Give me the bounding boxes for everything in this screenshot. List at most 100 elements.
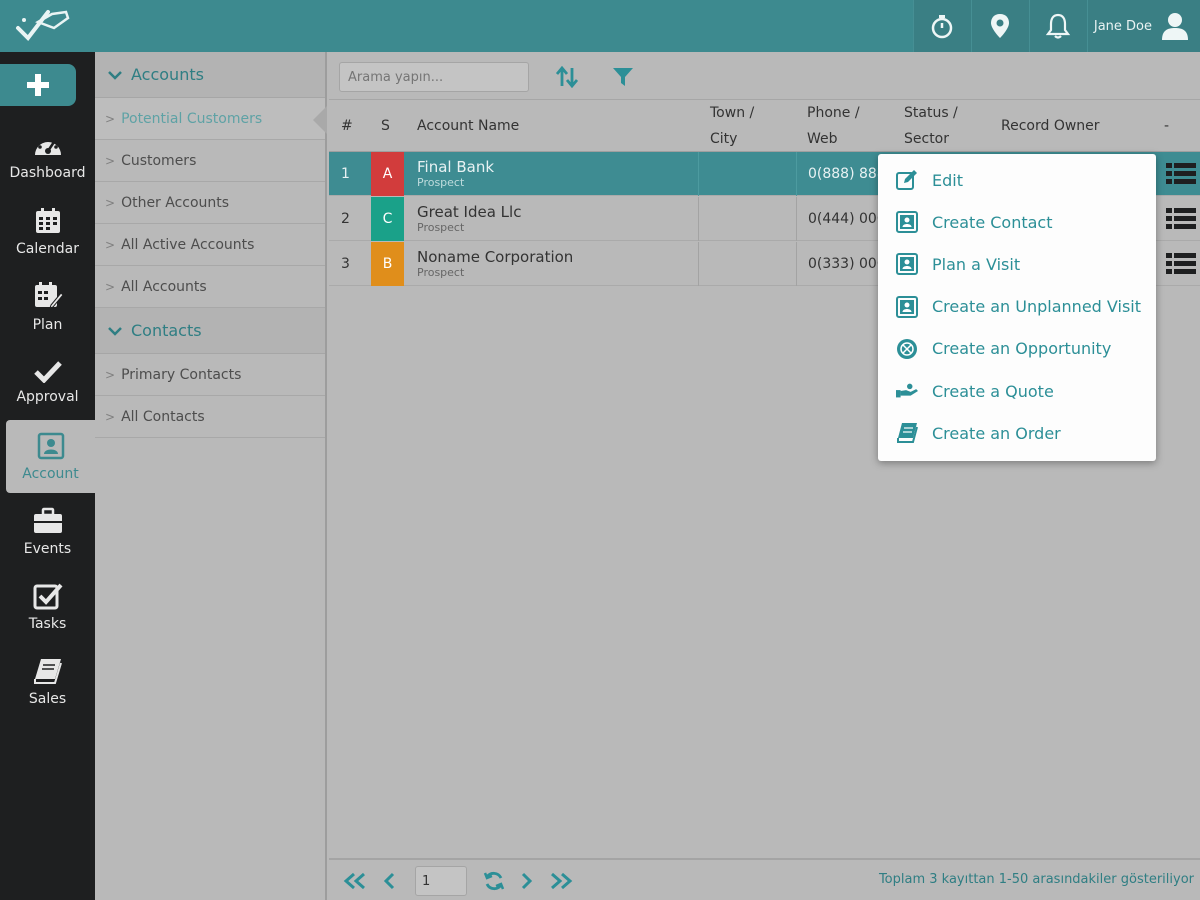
subnav-customers[interactable]: > Customers [95,140,325,182]
col-header-account-name[interactable]: Account Name [417,100,519,152]
add-button[interactable] [0,64,76,106]
col-header-status-sector[interactable]: Status / Sector [904,100,958,152]
phone-cell: 0(333) 000 [808,256,880,272]
pagination-bar: Toplam 3 kayıttan 1-50 arasındakiler gös… [329,858,1200,900]
subnav-other-accounts[interactable]: > Other Accounts [95,182,325,224]
next-page-button[interactable] [517,868,537,894]
stopwatch-icon[interactable] [912,0,971,52]
location-pin-icon[interactable] [970,0,1029,52]
subnav-label: All Contacts [121,408,205,425]
filter-button[interactable] [607,62,639,92]
account-type: Prospect [417,176,465,189]
nav-label: Dashboard [9,164,86,181]
account-name[interactable]: Final Bank [417,158,494,176]
header-line: Town / [710,105,755,121]
visit-card-icon [896,253,918,276]
account-name[interactable]: Great Idea Llc [417,203,521,221]
status-badge: C [371,197,404,241]
col-header-phone-web[interactable]: Phone / Web [807,100,860,152]
chevron-right-icon [521,872,533,890]
chevron-right-icon: > [105,153,116,168]
nav-dashboard[interactable]: Dashboard [0,120,95,193]
account-name-cell: Great Idea Llc Prospect [417,197,697,241]
sort-arrows-icon [555,66,579,88]
menu-create-quote[interactable]: Create a Quote [878,370,1156,412]
row-number: 1 [341,166,350,182]
subnav-label: All Accounts [121,278,207,295]
page-number-input[interactable] [415,866,467,896]
menu-label: Edit [932,170,963,190]
checkmark-icon [33,360,62,383]
accounts-section-header[interactable]: Accounts [95,52,325,98]
account-name-cell: Noname Corporation Prospect [417,242,697,286]
column-divider [698,152,699,196]
nav-sales[interactable]: Sales [0,645,95,718]
account-name[interactable]: Noname Corporation [417,248,573,266]
menu-plan-visit[interactable]: Plan a Visit [878,243,1156,285]
refresh-icon [483,871,505,891]
bell-icon[interactable] [1028,0,1087,52]
col-header-record-owner[interactable]: Record Owner [1001,100,1100,152]
row-actions-list-icon[interactable] [1166,207,1196,231]
nav-tasks[interactable]: Tasks [0,570,95,643]
chevron-down-icon [108,326,122,336]
row-context-menu: Edit Create Contact Plan a Visit Create … [878,154,1156,461]
account-type: Prospect [417,221,465,234]
menu-edit[interactable]: Edit [878,159,1156,201]
menu-label: Create Contact [932,212,1053,232]
menu-label: Create an Order [932,423,1061,443]
chevron-right-icon: > [105,279,116,294]
menu-create-contact[interactable]: Create Contact [878,201,1156,243]
calendar-icon [35,207,60,233]
double-chevron-left-icon [343,872,365,890]
menu-create-order[interactable]: Create an Order [878,412,1156,454]
book-icon [33,658,62,684]
first-page-button[interactable] [341,868,369,894]
header-line: Sector [904,131,950,147]
nav-label: Account [22,465,79,482]
subnav-all-active-accounts[interactable]: > All Active Accounts [95,224,325,266]
speedometer-icon [34,136,61,155]
search-input[interactable] [339,62,529,92]
nav-approval[interactable]: Approval [0,345,95,418]
nav-label: Sales [28,690,67,707]
col-header-s[interactable]: S [381,100,390,152]
nav-account[interactable]: Account [6,420,95,493]
contacts-section-header[interactable]: Contacts [95,308,325,354]
row-actions-list-icon[interactable] [1166,252,1196,276]
phone-cell: 0(444) 000 [808,211,880,227]
subnav-potential-customers[interactable]: > Potential Customers [95,98,325,140]
col-header-num[interactable]: # [341,100,353,152]
nav-calendar[interactable]: Calendar [0,195,95,268]
main-sidebar: Dashboard Calendar Plan Approval Account… [0,52,95,900]
subnav-all-accounts[interactable]: > All Accounts [95,266,325,308]
chevron-down-icon [108,70,122,80]
menu-create-opportunity[interactable]: Create an Opportunity [878,328,1156,370]
menu-create-unplanned-visit[interactable]: Create an Unplanned Visit [878,286,1156,328]
header-line: Status / [904,105,958,121]
double-chevron-right-icon [551,872,573,890]
user-menu[interactable]: Jane Doe [1086,0,1200,52]
subnav-primary-contacts[interactable]: > Primary Contacts [95,354,325,396]
row-actions-list-icon[interactable] [1166,162,1196,186]
nav-plan[interactable]: Plan [0,270,95,343]
menu-label: Create a Quote [932,381,1054,401]
opportunity-icon [896,338,918,360]
chevron-right-icon: > [105,367,116,382]
nav-events[interactable]: Events [0,495,95,568]
user-icon [1162,13,1188,40]
app-logo[interactable] [14,6,74,46]
checkbox-icon [33,583,62,609]
sort-button[interactable] [551,62,583,92]
col-header-action: - [1164,118,1170,134]
chevron-left-icon [383,872,395,890]
subnav-all-contacts[interactable]: > All Contacts [95,396,325,438]
last-page-button[interactable] [547,868,575,894]
menu-label: Create an Opportunity [932,339,1112,359]
col-header-town-city[interactable]: Town / City [710,100,754,152]
refresh-button[interactable] [481,868,507,894]
previous-page-button[interactable] [379,868,399,894]
menu-label: Create an Unplanned Visit [932,297,1141,317]
column-divider [796,152,797,196]
nav-label: Calendar [16,240,79,257]
